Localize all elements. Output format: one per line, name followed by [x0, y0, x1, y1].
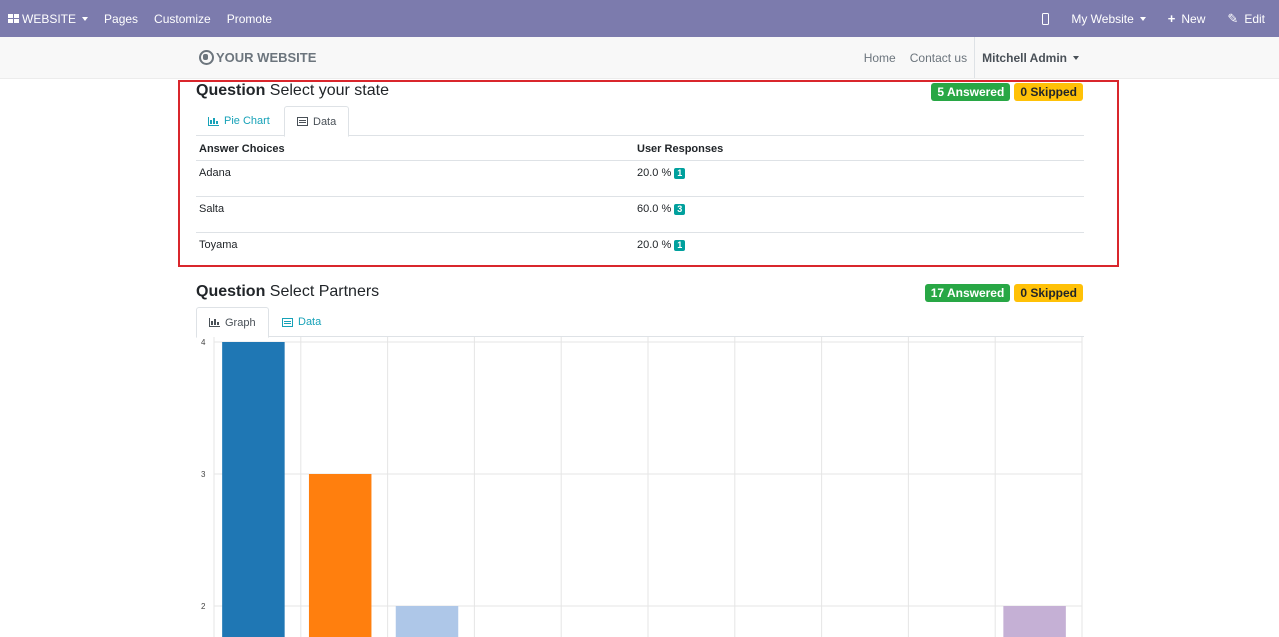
- table-row: Adana 20.0 % 1: [196, 161, 1084, 197]
- bar-chart-icon: [209, 318, 220, 327]
- response-percent: 60.0 %: [637, 203, 672, 215]
- question-tabs: Pie Chart Data: [196, 106, 1084, 137]
- user-name: Mitchell Admin: [982, 50, 1067, 65]
- edit-label: Edit: [1244, 11, 1265, 26]
- my-website-menu[interactable]: My Website: [1071, 0, 1146, 37]
- response-percent: 20.0 %: [637, 239, 672, 251]
- apps-icon: [8, 14, 19, 23]
- website-menu[interactable]: WEBSITE: [8, 0, 89, 37]
- my-website-label: My Website: [1071, 11, 1134, 26]
- tab-label: Pie Chart: [224, 115, 270, 127]
- question-tabs: Graph Data: [196, 307, 1084, 338]
- tab-label: Data: [298, 316, 322, 328]
- admin-topbar: WEBSITE Pages Customize Promote My Websi…: [0, 0, 1279, 37]
- table-row: Toyama 20.0 % 1: [196, 233, 1084, 269]
- question-title: Question Select your state: [196, 82, 389, 100]
- tab-label: Data: [313, 115, 337, 128]
- table-row: Salta 60.0 % 3: [196, 197, 1084, 233]
- chevron-down-icon: [1139, 16, 1146, 21]
- answer-choice: Salta: [199, 203, 225, 215]
- new-label: New: [1181, 11, 1206, 26]
- globe-icon: [199, 50, 214, 65]
- bar-chart-svg: 4 3 2: [201, 337, 1083, 637]
- table-icon: [297, 117, 308, 126]
- website-header: YOUR WEBSITE Home Contact us Mitchell Ad…: [0, 37, 1279, 79]
- column-header: Answer Choices: [199, 142, 285, 155]
- user-menu[interactable]: Mitchell Admin: [974, 37, 1079, 78]
- answered-badge: 5 Answered: [931, 83, 1011, 101]
- customize-menu[interactable]: Customize: [154, 0, 211, 37]
- tab-pie-chart[interactable]: Pie Chart: [196, 106, 282, 136]
- question-badges: 17 Answered 0 Skipped: [921, 284, 1083, 302]
- mobile-preview-button[interactable]: [1042, 0, 1050, 37]
- pages-menu[interactable]: Pages: [104, 0, 138, 37]
- y-tick-label: 2: [201, 602, 206, 611]
- bar-chart-icon: [208, 116, 219, 126]
- main-nav: Home Contact us Mitchell Admin: [850, 37, 1079, 78]
- nav-home[interactable]: Home: [864, 51, 896, 65]
- tab-data[interactable]: Data: [270, 307, 333, 337]
- skipped-badge: 0 Skipped: [1014, 284, 1083, 302]
- table-icon: [282, 317, 293, 327]
- skipped-badge: 0 Skipped: [1014, 83, 1083, 101]
- promote-menu[interactable]: Promote: [227, 0, 272, 37]
- responses-table: Answer Choices User Responses Adana 20.0…: [196, 137, 1084, 269]
- tab-graph[interactable]: Graph: [196, 307, 269, 338]
- question-prefix: Question: [196, 82, 266, 99]
- answer-choice: Toyama: [199, 239, 238, 251]
- answer-choice: Adana: [199, 167, 231, 179]
- table-header: Answer Choices User Responses: [196, 137, 1084, 161]
- new-button[interactable]: + New: [1168, 0, 1206, 37]
- question-text: Select your state: [269, 82, 389, 99]
- bar-3[interactable]: [395, 606, 459, 637]
- website-menu-label: WEBSITE: [22, 11, 77, 26]
- answered-badge: 17 Answered: [924, 284, 1011, 302]
- question-badges: 5 Answered 0 Skipped: [927, 83, 1083, 101]
- edit-button[interactable]: ✎ Edit: [1227, 0, 1265, 37]
- question-text: Select Partners: [269, 283, 380, 300]
- chevron-down-icon: [1073, 55, 1079, 60]
- nav-contact[interactable]: Contact us: [910, 51, 967, 65]
- column-header: User Responses: [637, 142, 724, 155]
- tab-label: Graph: [225, 316, 256, 329]
- bar-1[interactable]: [222, 342, 285, 637]
- chevron-down-icon: [82, 16, 89, 21]
- response-count-badge: 3: [674, 203, 686, 215]
- question-prefix: Question: [196, 283, 266, 300]
- tab-data[interactable]: Data: [284, 106, 350, 137]
- mobile-icon: [1042, 12, 1050, 25]
- y-tick-label: 3: [201, 470, 206, 479]
- response-percent: 20.0 %: [637, 167, 672, 179]
- site-logo[interactable]: YOUR WEBSITE: [199, 50, 316, 65]
- bar-2[interactable]: [308, 474, 372, 637]
- question-title: Question Select Partners: [196, 283, 379, 301]
- response-count-badge: 1: [674, 167, 686, 179]
- pencil-icon: ✎: [1227, 10, 1239, 26]
- bar-10[interactable]: [1003, 606, 1066, 637]
- logo-text: YOUR WEBSITE: [216, 50, 317, 65]
- plus-icon: +: [1167, 11, 1176, 26]
- y-tick-label: 4: [201, 338, 206, 347]
- partners-bar-chart: 4 3 2: [196, 337, 1084, 637]
- response-count-badge: 1: [674, 239, 686, 251]
